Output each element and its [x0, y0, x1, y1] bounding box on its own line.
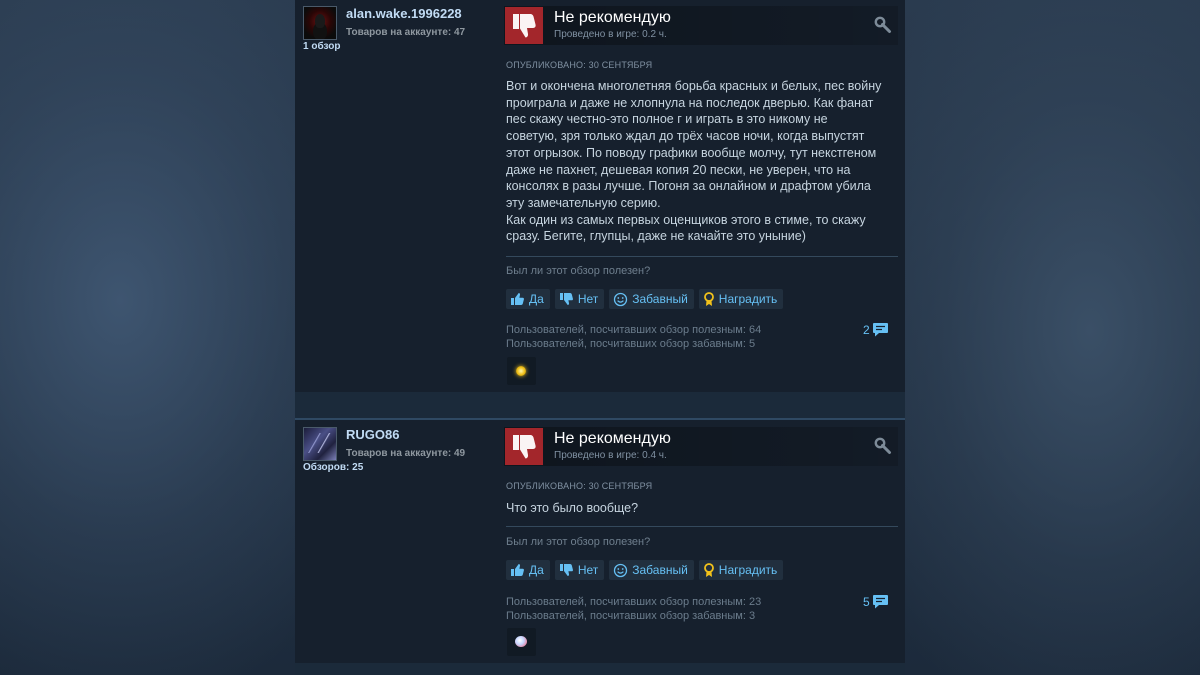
helpful-question: Был ли этот обзор полезен?: [506, 536, 651, 548]
award-button[interactable]: Наградить: [698, 560, 784, 580]
review-stats: Пользователей, посчитавших обзор полезны…: [506, 323, 761, 351]
playtime: Проведено в игре: 0.2 ч.: [554, 29, 667, 40]
comments-count: 5: [863, 594, 870, 609]
comments-count: 2: [863, 322, 870, 337]
reviews-count[interactable]: Обзоров: 25: [303, 462, 363, 473]
review-verdict: Не рекомендую: [554, 430, 671, 447]
thumbs-down-icon: [505, 428, 543, 465]
comment-icon: [872, 323, 888, 337]
award-button[interactable]: Наградить: [698, 289, 784, 309]
avatar[interactable]: [303, 427, 337, 461]
vote-yes-button[interactable]: Да: [506, 560, 550, 580]
playtime: Проведено в игре: 0.4 ч.: [554, 450, 667, 461]
divider: [506, 526, 898, 527]
vote-funny-label: Забавный: [632, 563, 688, 577]
coin-glyph: [516, 366, 526, 376]
review-card: alan.wake.1996228 Товаров на аккаунте: 4…: [295, 0, 905, 392]
award-label: Наградить: [718, 563, 778, 577]
puff-glyph: [515, 636, 527, 647]
products-count[interactable]: Товаров на аккаунте: 49: [346, 448, 465, 459]
review-separator: [295, 392, 905, 418]
thumbs-down-small-icon: [559, 564, 573, 576]
award-ribbon-icon: [703, 291, 714, 306]
smiley-icon: [614, 563, 628, 577]
thumbs-down-small-icon: [559, 293, 573, 305]
vote-yes-label: Да: [529, 292, 544, 306]
review-card: RUGO86 Товаров на аккаунте: 49 Обзоров: …: [295, 418, 905, 665]
stat-helpful: Пользователей, посчитавших обзор полезны…: [506, 324, 762, 336]
avatar[interactable]: [303, 6, 337, 40]
thumbs-up-icon: [511, 293, 524, 305]
thumbs-down-icon: [505, 7, 543, 44]
persona-name[interactable]: alan.wake.1996228: [346, 6, 462, 21]
vote-funny-button[interactable]: Забавный: [609, 560, 694, 580]
award-ribbon-icon: [703, 562, 714, 577]
stat-funny: Пользователей, посчитавших обзор забавны…: [506, 610, 756, 622]
review-header[interactable]: Не рекомендую Проведено в игре: 0.4 ч.: [504, 427, 898, 466]
vote-funny-label: Забавный: [632, 292, 688, 306]
comments-link[interactable]: 2: [863, 322, 889, 337]
vote-no-button[interactable]: Нет: [554, 289, 605, 309]
review-header[interactable]: Не рекомендую Проведено в игре: 0.2 ч.: [504, 6, 898, 45]
stat-helpful: Пользователей, посчитавших обзор полезны…: [506, 596, 762, 608]
wrench-icon: [874, 16, 892, 34]
vote-yes-label: Да: [529, 563, 544, 577]
review-body: Вот и окончена многолетняя борьба красны…: [506, 79, 882, 244]
review-stats: Пользователей, посчитавших обзор полезны…: [506, 595, 761, 623]
smiley-icon: [614, 292, 628, 306]
puff-award-icon[interactable]: [507, 628, 536, 656]
thumbs-up-icon: [511, 564, 524, 576]
award-label: Наградить: [718, 292, 778, 306]
vote-no-label: Нет: [577, 292, 599, 306]
persona-name[interactable]: RUGO86: [346, 427, 399, 442]
stat-funny: Пользователей, посчитавших обзор забавны…: [506, 338, 756, 350]
reviews-count[interactable]: 1 обзор: [303, 41, 340, 52]
vote-no-label: Нет: [577, 563, 599, 577]
reviews-column: alan.wake.1996228 Товаров на аккаунте: 4…: [295, 0, 905, 675]
vote-funny-button[interactable]: Забавный: [609, 289, 694, 309]
helpful-question: Был ли этот обзор полезен?: [506, 265, 651, 277]
gold-coin-award-icon[interactable]: [507, 357, 536, 385]
comment-icon: [872, 595, 888, 609]
review-body: Что это было вообще?: [506, 501, 639, 515]
vote-buttons: Да Нет Забавный Наградить: [506, 560, 784, 580]
posted-date: Опубликовано: 30 сентября: [506, 60, 653, 70]
divider: [506, 256, 898, 257]
comments-link[interactable]: 5: [863, 594, 889, 609]
wrench-icon: [874, 437, 892, 455]
review-verdict: Не рекомендую: [554, 9, 671, 26]
page-bottom-strip: [295, 663, 905, 675]
vote-no-button[interactable]: Нет: [554, 560, 605, 580]
vote-yes-button[interactable]: Да: [506, 289, 550, 309]
vote-buttons: Да Нет Забавный Наградить: [506, 289, 784, 309]
posted-date: Опубликовано: 30 сентября: [506, 481, 653, 491]
products-count[interactable]: Товаров на аккаунте: 47: [346, 27, 465, 38]
